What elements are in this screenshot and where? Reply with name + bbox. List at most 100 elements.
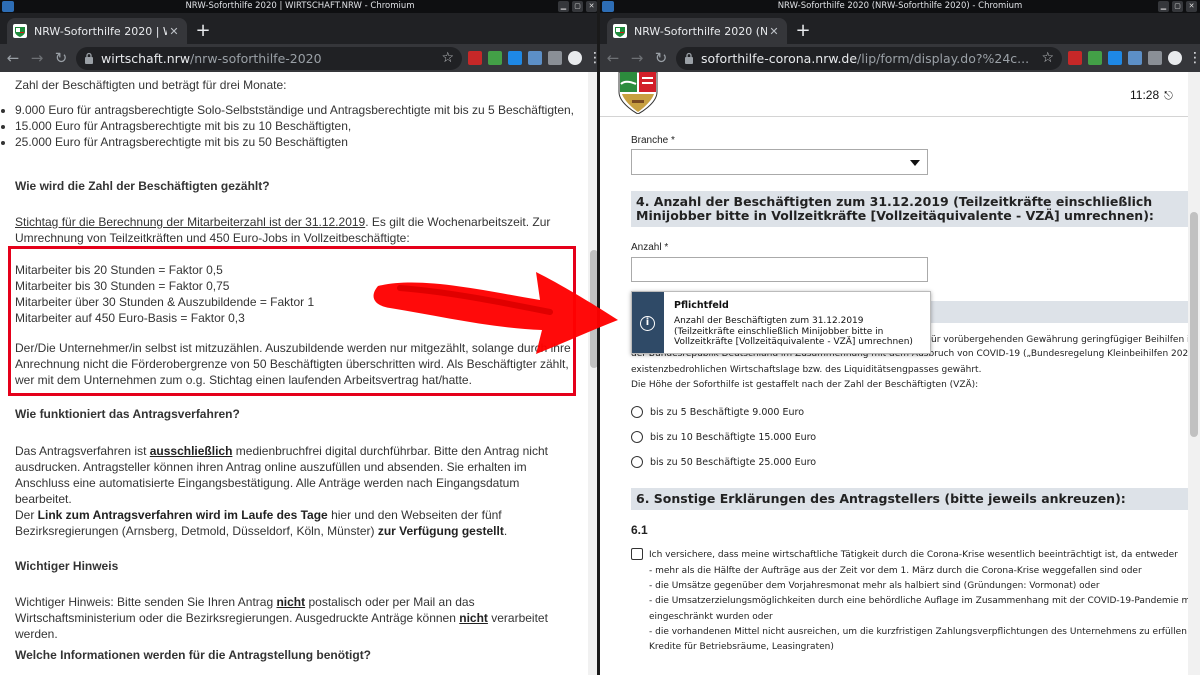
info-line-3: existenzbedrohlichen Wirtschaftslage bzw…: [631, 365, 982, 375]
process-paragraph-1: Das Antragsverfahren ist ausschließlich …: [15, 444, 548, 506]
browser-toolbar: ← → ↻ wirtschaft.nrw/nrw-soforthilfe-202…: [0, 44, 600, 72]
scissors-extension-icon[interactable]: [1148, 51, 1162, 65]
branche-select[interactable]: [631, 149, 928, 175]
intro-fragment: Zahl der Beschäftigten und beträgt für d…: [15, 78, 287, 92]
branche-label: Branche *: [631, 135, 675, 146]
anzahl-input[interactable]: [631, 257, 928, 282]
new-tab-button[interactable]: +: [793, 21, 813, 41]
declaration-line: - die Umsatzerzielungsmöglichkeiten durc…: [649, 596, 1188, 606]
green-extension-icon[interactable]: [1088, 51, 1102, 65]
heading-required-information: Welche Informationen werden für die Antr…: [15, 648, 372, 662]
anzahl-label: Anzahl *: [631, 242, 669, 253]
list-item: 15.000 Euro für Antragsberechtigte mit b…: [15, 118, 575, 134]
subsection-6-1: 6.1: [631, 523, 648, 537]
ublock-extension-icon[interactable]: [1068, 51, 1082, 65]
chromium-window-icon: [602, 1, 614, 12]
profile-avatar-icon[interactable]: [1168, 51, 1182, 65]
translate-extension-icon[interactable]: [1128, 51, 1142, 65]
right-page-content: 11:28 ⎋ Branche * 4. Anzahl der Beschäfti…: [600, 72, 1188, 675]
green-extension-icon[interactable]: [488, 51, 502, 65]
declaration-line: Ich versichere, dass meine wirtschaftlic…: [649, 550, 1178, 560]
heading-application-process: Wie funktioniert das Antragsverfahren?: [15, 407, 240, 421]
translate-extension-icon[interactable]: [528, 51, 542, 65]
window-titlebar: NRW-Soforthilfe 2020 | WIRTSCHAFT.NRW - …: [0, 0, 600, 13]
hint-paragraph: Wichtiger Hinweis: Bitte senden Sie Ihre…: [15, 595, 548, 641]
radio-button[interactable]: [631, 431, 643, 443]
browser-tab[interactable]: NRW-Soforthilfe 2020 | WIRTSC ✕: [7, 18, 187, 44]
stichtag-paragraph: Stichtag für die Berechnung der Mitarbei…: [15, 215, 551, 245]
maximize-icon[interactable]: ▢: [572, 1, 583, 12]
exit-icon[interactable]: ⎋: [1164, 90, 1173, 103]
window-title: NRW-Soforthilfe 2020 (NRW-Soforthilfe 20…: [777, 1, 1023, 11]
back-arrow-icon[interactable]: ←: [604, 47, 622, 69]
funding-bullet-list: 9.000 Euro für antragsberechtigte Solo-S…: [15, 102, 575, 150]
radio-option-10[interactable]: bis zu 10 Beschäftigte 15.000 Euro: [631, 431, 816, 443]
url-text: wirtschaft.nrw/nrw-soforthilfe-2020: [101, 50, 322, 66]
tab-close-icon[interactable]: ✕: [767, 25, 781, 38]
radio-option-5[interactable]: bis zu 5 Beschäftigte 9.000 Euro: [631, 406, 804, 418]
kebab-menu-icon[interactable]: ⋮: [588, 51, 600, 65]
lock-icon: [685, 52, 693, 64]
scrollbar-thumb[interactable]: [1190, 212, 1198, 437]
reload-icon[interactable]: ↻: [52, 47, 70, 69]
window-titlebar: NRW-Soforthilfe 2020 (NRW-Soforthilfe 20…: [600, 0, 1200, 13]
ublock-extension-icon[interactable]: [468, 51, 482, 65]
right-scrollbar[interactable]: [1188, 72, 1200, 675]
list-item: 25.000 Euro für Antragsberechtigte mit b…: [15, 134, 575, 150]
url-text: soforthilfe-corona.nrw.de/lip/form/displ…: [701, 50, 1030, 66]
stichtag-underlined: Stichtag für die Berechnung der Mitarbei…: [15, 215, 366, 229]
s-extension-icon[interactable]: [508, 51, 522, 65]
declaration-line: - die Umsätze gegenüber dem Vorjahresmon…: [649, 581, 1100, 591]
radio-button[interactable]: [631, 456, 643, 468]
bookmark-star-icon[interactable]: ☆: [441, 50, 454, 66]
list-item: 9.000 Euro für antragsberechtigte Solo-S…: [15, 102, 575, 118]
browser-toolbar: ← → ↻ soforthilfe-corona.nrw.de/lip/form…: [600, 44, 1200, 72]
new-tab-button[interactable]: +: [193, 21, 213, 41]
nrw-coat-of-arms-logo: [618, 72, 658, 114]
close-icon[interactable]: ✕: [586, 1, 597, 12]
section-6-heading: 6. Sonstige Erklärungen des Antragstelle…: [631, 488, 1188, 510]
tab-title: NRW-Soforthilfe 2020 (NRW-So: [634, 24, 767, 38]
heading-employee-count: Wie wird die Zahl der Beschäftigten gezä…: [15, 179, 270, 193]
application-link-text: Link zum Antragsverfahren wird im Laufe …: [37, 508, 328, 522]
address-bar[interactable]: soforthilfe-corona.nrw.de/lip/form/displ…: [676, 46, 1062, 70]
close-icon[interactable]: ✕: [1186, 1, 1197, 12]
tab-title: NRW-Soforthilfe 2020 | WIRTSC: [34, 24, 167, 38]
declaration-checkbox[interactable]: [631, 548, 643, 560]
bookmark-star-icon[interactable]: ☆: [1041, 50, 1054, 66]
radio-button[interactable]: [631, 406, 643, 418]
declaration-line: eingeschränkt wurden oder: [649, 612, 773, 622]
required-field-tooltip: i Pflichtfeld Anzahl der Beschäftigten z…: [631, 291, 931, 354]
profile-avatar-icon[interactable]: [568, 51, 582, 65]
nrw-favicon-icon: [13, 24, 27, 38]
info-icon: i: [640, 316, 655, 331]
reload-icon[interactable]: ↻: [652, 47, 670, 69]
right-browser-window: NRW-Soforthilfe 2020 (NRW-Soforthilfe 20…: [600, 0, 1200, 675]
forward-arrow-icon[interactable]: →: [28, 47, 46, 69]
left-page-content: Zahl der Beschäftigten und beträgt für d…: [0, 72, 588, 675]
dropdown-caret-icon: [910, 160, 920, 166]
forward-arrow-icon[interactable]: →: [628, 47, 646, 69]
tab-close-icon[interactable]: ✕: [167, 25, 181, 38]
maximize-icon[interactable]: ▢: [1172, 1, 1183, 12]
window-controls: ▁ ▢ ✕: [1158, 1, 1197, 12]
address-bar[interactable]: wirtschaft.nrw/nrw-soforthilfe-2020 ☆: [76, 46, 462, 70]
browser-tab[interactable]: NRW-Soforthilfe 2020 (NRW-So ✕: [607, 18, 787, 44]
back-arrow-icon[interactable]: ←: [4, 47, 22, 69]
section-4-heading: 4. Anzahl der Beschäftigten zum 31.12.20…: [631, 191, 1188, 227]
minimize-icon[interactable]: ▁: [1158, 1, 1169, 12]
declaration-line: - mehr als die Hälfte der Aufträge aus d…: [649, 566, 1142, 576]
declaration-line: - die vorhandenen Mittel nicht ausreiche…: [649, 627, 1188, 637]
kebab-menu-icon[interactable]: ⋮: [1188, 51, 1200, 65]
minimize-icon[interactable]: ▁: [558, 1, 569, 12]
scissors-extension-icon[interactable]: [548, 51, 562, 65]
s-extension-icon[interactable]: [1108, 51, 1122, 65]
red-highlight-box: [8, 246, 576, 396]
declaration-line: Kredite für Betriebsräume, Leasingraten): [649, 642, 834, 652]
session-clock: 11:28 ⎋: [1130, 88, 1173, 103]
tooltip-message: Anzahl der Beschäftigten zum 31.12.2019 …: [674, 316, 913, 347]
radio-option-50[interactable]: bis zu 50 Beschäftigte 25.000 Euro: [631, 456, 816, 468]
process-paragraph-2: Der Link zum Antragsverfahren wird im La…: [15, 508, 508, 538]
tab-strip: NRW-Soforthilfe 2020 (NRW-So ✕ +: [600, 13, 1200, 44]
info-line-4: Die Höhe der Soforthilfe ist gestaffelt …: [631, 380, 979, 390]
